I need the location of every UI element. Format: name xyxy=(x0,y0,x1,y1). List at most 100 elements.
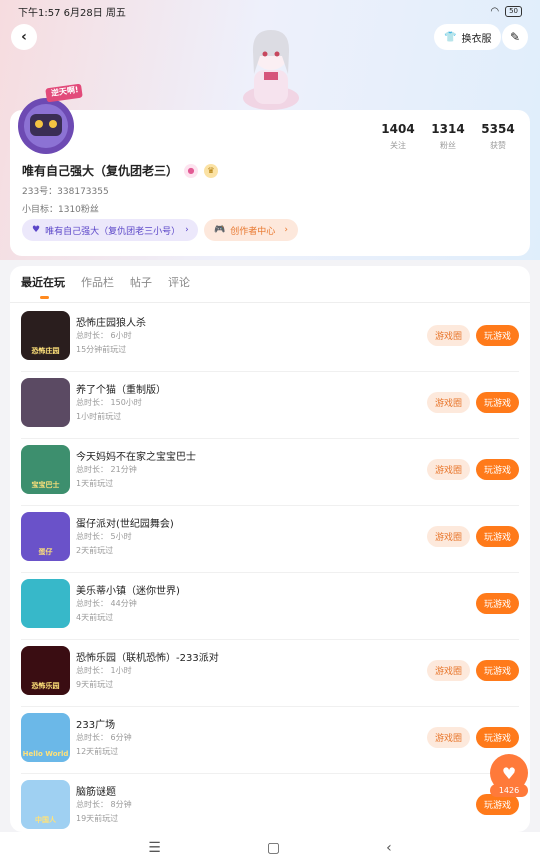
game-icon-label: Hello World xyxy=(22,750,69,758)
shirt-icon: 👕 xyxy=(444,31,457,43)
tab-works[interactable]: 作品栏 xyxy=(81,274,114,290)
play-game-button[interactable]: 玩游戏 xyxy=(476,727,519,748)
tab-indicator xyxy=(40,296,49,299)
game-circle-button[interactable]: 游戏圈 xyxy=(427,660,470,681)
name-row: 唯有自己强大（复仇团老三） ● ♛ xyxy=(22,162,219,179)
gamepad-icon: 🎮 xyxy=(214,225,226,235)
game-icon-label: 中国人 xyxy=(35,816,56,824)
game-icon-label: 恐怖庄园 xyxy=(31,347,60,355)
game-circle-button[interactable]: 游戏圈 xyxy=(427,727,470,748)
wifi-icon: ◠ xyxy=(490,5,500,17)
stat-value: 1404 xyxy=(381,122,415,136)
stat-label: 获赞 xyxy=(490,141,506,150)
heart-icon: ♥ xyxy=(32,225,41,235)
game-title: 养了个猫（重制版） xyxy=(76,385,166,396)
game-last-played: 19天前玩过 xyxy=(76,814,119,823)
stats-row: 1404 关注 1314 粉丝 5354 获赞 xyxy=(373,122,523,151)
follower-goal: 小目标：1310粉丝 xyxy=(22,205,99,215)
edit-icon: ✎ xyxy=(509,30,521,44)
profile-name: 唯有自己强大（复仇团老三） xyxy=(22,164,179,178)
game-duration: 总时长： 8分钟 xyxy=(76,800,132,809)
game-icon[interactable]: 恐怖乐园 xyxy=(21,646,70,695)
game-row[interactable]: Hello World 233广场总时长： 6分钟 12天前玩过 游戏圈 玩游戏 xyxy=(10,707,530,774)
game-icon-label: 恐怖乐园 xyxy=(31,682,60,690)
game-row[interactable]: 美乐蒂小镇（迷你世界) 总时长： 44分钟 4天前玩过 玩游戏 xyxy=(10,573,530,640)
back-button[interactable]: ‹ xyxy=(11,24,37,50)
system-nav-bar: ☰ ▢ ‹ xyxy=(0,832,540,864)
game-title: 脑筋谜题 xyxy=(76,787,116,798)
recent-games-card: 最近在玩 作品栏 帖子 评论 恐怖庄园 恐怖庄园狼人杀 总时长： 6小时 15分钟前玩… xyxy=(10,266,530,832)
home-icon[interactable]: ▢ xyxy=(267,840,280,856)
game-icon[interactable]: Hello World xyxy=(21,713,70,762)
game-title: 233广场 xyxy=(76,720,116,731)
game-row[interactable]: 恐怖乐园 恐怖乐园（联机恐怖）-233派对 总时长： 1小时 9天前玩过 游戏圈 玩游戏 xyxy=(10,640,530,707)
change-outfit-button[interactable]: 👕 换衣服 xyxy=(434,24,502,50)
game-row[interactable]: 恐怖庄园 恐怖庄园狼人杀 总时长： 6小时 15分钟前玩过 游戏圈 玩游戏 xyxy=(10,305,530,372)
tab-comments[interactable]: 评论 xyxy=(168,274,190,290)
change-outfit-label: 换衣服 xyxy=(461,33,492,45)
chevron-left-icon: ‹ xyxy=(21,29,27,45)
play-game-button[interactable]: 玩游戏 xyxy=(476,392,519,413)
game-icon[interactable] xyxy=(21,378,70,427)
menu-icon[interactable]: ☰ xyxy=(148,840,161,856)
heart-icon: ♥ xyxy=(501,763,517,783)
stat-value: 5354 xyxy=(481,122,515,136)
tab-divider xyxy=(10,302,530,303)
game-last-played: 1天前玩过 xyxy=(76,479,114,488)
battery-icon: 50 xyxy=(505,5,522,17)
game-duration: 总时长： 5小时 xyxy=(76,532,132,541)
game-circle-button[interactable]: 游戏圈 xyxy=(427,459,470,480)
stat-label: 关注 xyxy=(390,141,406,150)
game-icon-label: 宝宝巴士 xyxy=(31,481,60,489)
stat-following[interactable]: 1404 关注 xyxy=(373,122,423,151)
game-icon-label: 蛋仔 xyxy=(38,548,53,556)
stat-label: 粉丝 xyxy=(440,141,456,150)
play-game-button[interactable]: 玩游戏 xyxy=(476,660,519,681)
game-duration: 总时长： 6分钟 xyxy=(76,733,132,742)
secondary-account-label: 唯有自己强大（复仇团老三小号） xyxy=(45,226,181,237)
back-nav-icon[interactable]: ‹ xyxy=(386,840,392,856)
play-game-button[interactable]: 玩游戏 xyxy=(476,459,519,480)
like-count: 1426 xyxy=(490,784,528,797)
tab-recently-played[interactable]: 最近在玩 xyxy=(21,274,65,290)
game-circle-button[interactable]: 游戏圈 xyxy=(427,325,470,346)
game-title: 蛋仔派对(世纪园舞会) xyxy=(76,519,174,530)
game-duration: 总时长： 44分钟 xyxy=(76,599,137,608)
game-duration: 总时长： 21分钟 xyxy=(76,465,137,474)
lollipop-icon[interactable]: ● xyxy=(184,163,199,178)
creator-center-chip[interactable]: 🎮 创作者中心 › xyxy=(204,219,298,241)
crown-icon[interactable]: ♛ xyxy=(204,163,219,178)
game-icon[interactable]: 宝宝巴士 xyxy=(21,445,70,494)
game-title: 恐怖庄园狼人杀 xyxy=(76,318,146,329)
game-title: 恐怖乐园（联机恐怖）-233派对 xyxy=(76,653,219,664)
tab-bar: 最近在玩 作品栏 帖子 评论 xyxy=(21,274,190,290)
chevron-right-icon: › xyxy=(284,225,288,235)
game-last-played: 12天前玩过 xyxy=(76,747,119,756)
game-icon[interactable]: 中国人 xyxy=(21,780,70,829)
game-circle-button[interactable]: 游戏圈 xyxy=(427,392,470,413)
play-game-button[interactable]: 玩游戏 xyxy=(476,325,519,346)
game-icon[interactable] xyxy=(21,579,70,628)
game-row[interactable]: 蛋仔 蛋仔派对(世纪园舞会) 总时长： 5小时 2天前玩过 游戏圈 玩游戏 xyxy=(10,506,530,573)
game-row[interactable]: 养了个猫（重制版） 总时长： 150小时 1小时前玩过 游戏圈 玩游戏 xyxy=(10,372,530,439)
chevron-right-icon: › xyxy=(185,225,189,235)
play-game-button[interactable]: 玩游戏 xyxy=(476,593,519,614)
creator-center-label: 创作者中心 xyxy=(230,226,276,237)
game-row[interactable]: 宝宝巴士 今天妈妈不在家之宝宝巴士 总时长： 21分钟 1天前玩过 游戏圈 玩游戏 xyxy=(10,439,530,506)
play-game-button[interactable]: 玩游戏 xyxy=(476,526,519,547)
stat-value: 1314 xyxy=(431,122,465,136)
stat-followers[interactable]: 1314 粉丝 xyxy=(423,122,473,151)
game-row[interactable]: 中国人 脑筋谜题总时长： 8分钟 19天前玩过 玩游戏 xyxy=(10,774,530,832)
game-icon[interactable]: 恐怖庄园 xyxy=(21,311,70,360)
edit-profile-button[interactable]: ✎ xyxy=(502,24,528,50)
game-duration: 总时长： 150小时 xyxy=(76,398,142,407)
game-circle-button[interactable]: 游戏圈 xyxy=(427,526,470,547)
avatar-figure[interactable] xyxy=(240,22,302,110)
game-last-played: 9天前玩过 xyxy=(76,680,114,689)
tab-posts[interactable]: 帖子 xyxy=(130,274,152,290)
secondary-account-chip[interactable]: ♥ 唯有自己强大（复仇团老三小号） › xyxy=(22,219,198,241)
profile-avatar[interactable]: 逆天啊! xyxy=(16,83,84,156)
game-icon[interactable]: 蛋仔 xyxy=(21,512,70,561)
play-game-button[interactable]: 玩游戏 xyxy=(476,794,519,815)
stat-likes[interactable]: 5354 获赞 xyxy=(473,122,523,151)
